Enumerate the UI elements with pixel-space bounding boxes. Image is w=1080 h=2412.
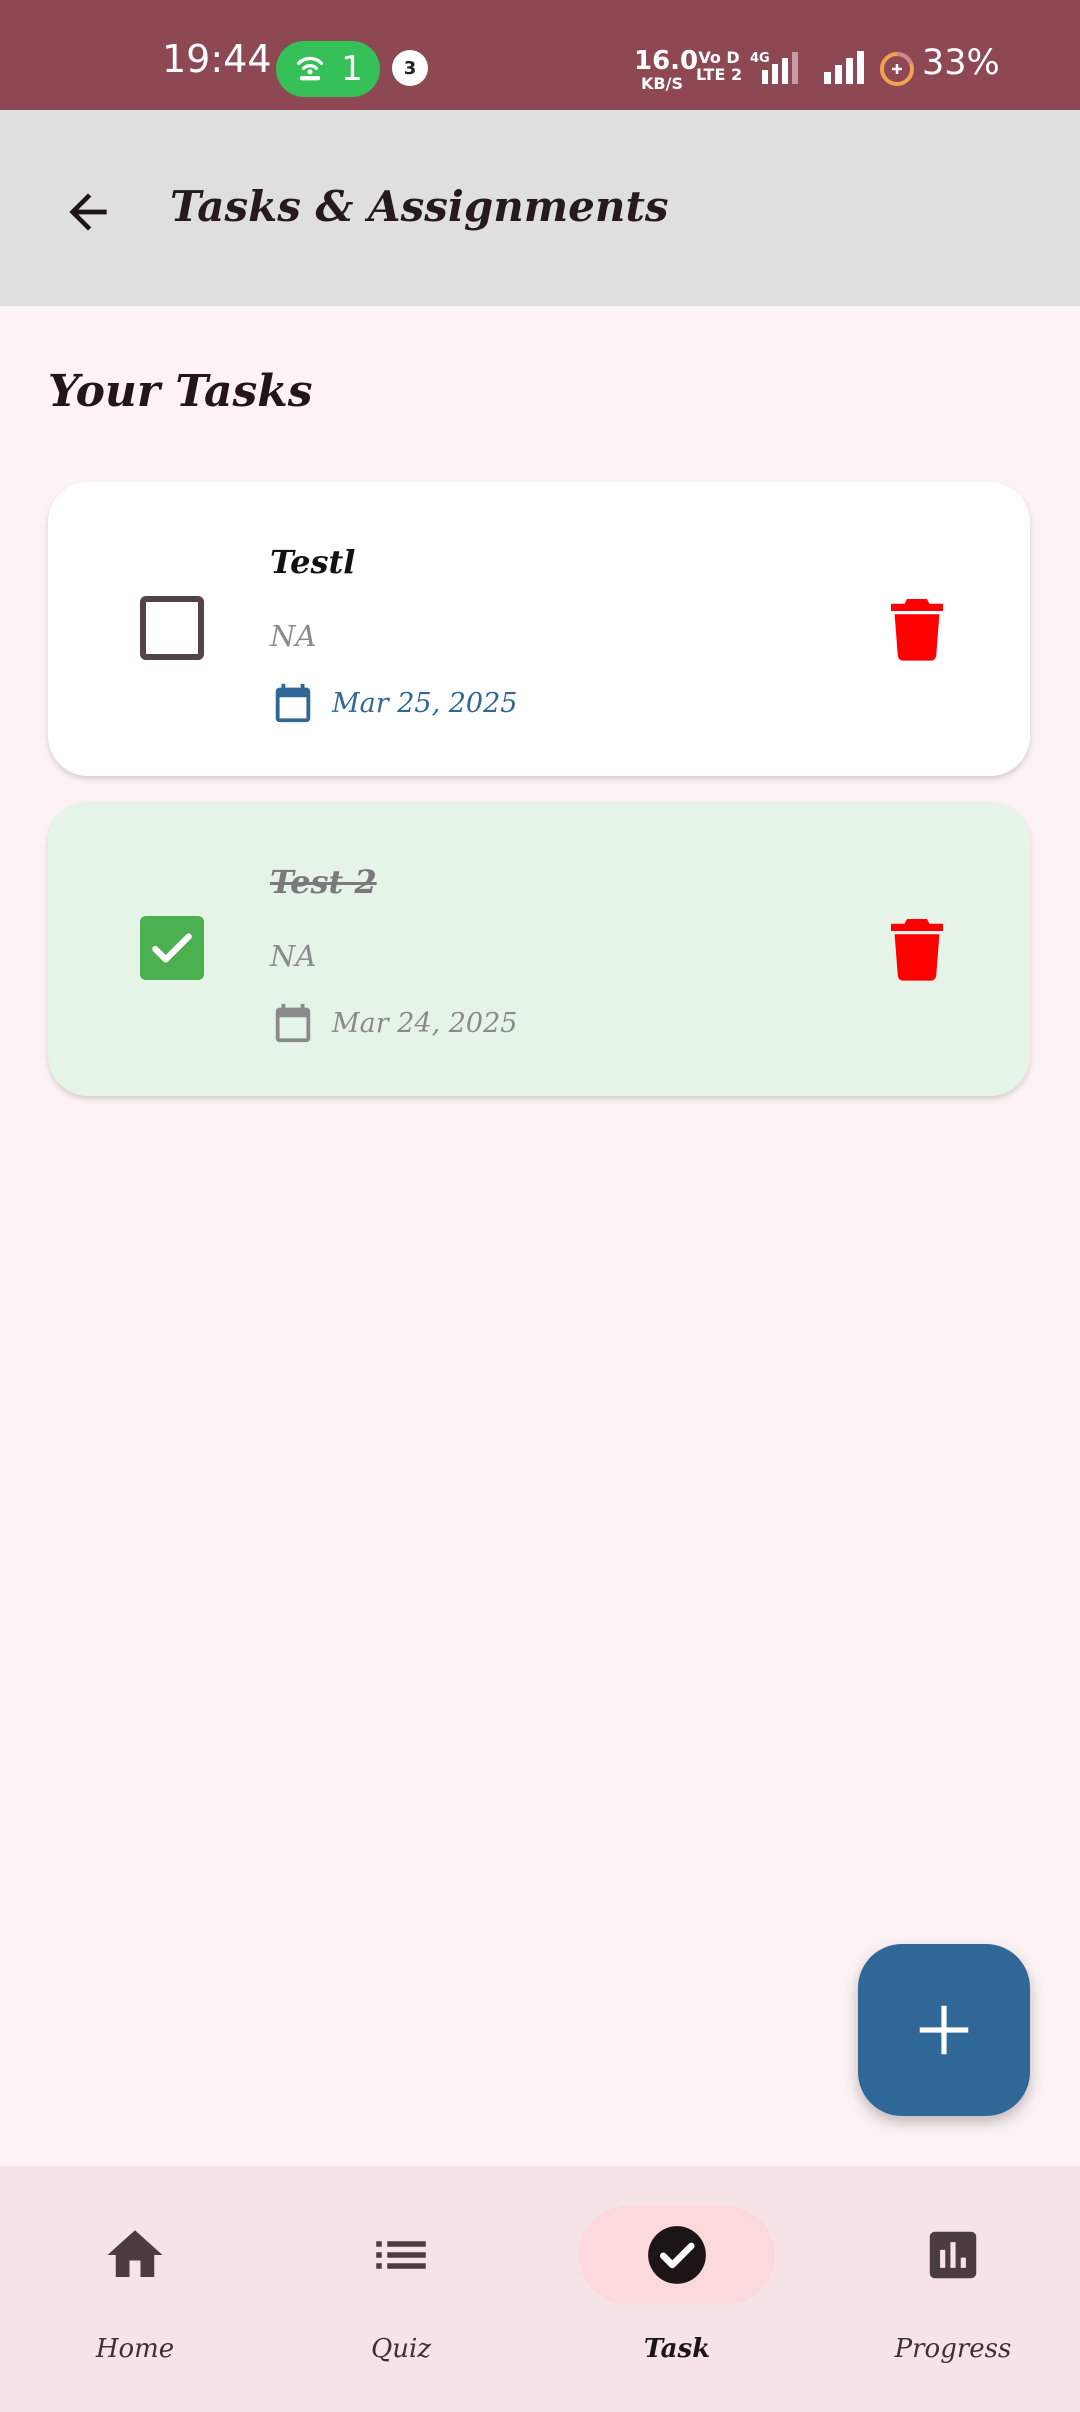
nav-icon-container-active bbox=[579, 2206, 775, 2304]
signal-icon bbox=[824, 51, 864, 84]
arrow-back-icon bbox=[69, 193, 107, 231]
net-speed-unit: KB/S bbox=[641, 74, 683, 93]
notification-badge: 3 bbox=[392, 50, 428, 86]
plus-icon bbox=[919, 2005, 969, 2055]
volte-bottom: LTE 2 bbox=[696, 64, 743, 84]
nav-label-quiz: Quiz bbox=[370, 2334, 432, 2364]
page-title: Tasks & Assignments bbox=[170, 182, 669, 231]
bottom-nav: Home Quiz Task Progress bbox=[0, 2166, 1080, 2412]
section-title: Your Tasks bbox=[48, 366, 313, 417]
nav-label-home: Home bbox=[95, 2334, 175, 2364]
back-button[interactable] bbox=[52, 176, 124, 248]
bar-chart-icon bbox=[929, 2231, 977, 2279]
task-due-date: Mar 25, 2025 bbox=[332, 687, 518, 719]
nav-icon-container bbox=[37, 2206, 233, 2304]
task-checkbox-checked[interactable] bbox=[140, 916, 204, 980]
nav-item-home[interactable]: Home bbox=[0, 2166, 270, 2412]
status-time: 19:44 bbox=[162, 37, 272, 81]
nav-icon-container bbox=[855, 2206, 1051, 2304]
hotspot-count: 1 bbox=[341, 49, 363, 89]
net-speed-value: 16.0 bbox=[634, 46, 699, 76]
trash-icon bbox=[891, 919, 943, 981]
nav-label-progress: Progress bbox=[894, 2334, 1012, 2364]
battery-percent: 33% bbox=[922, 43, 1000, 83]
status-bar: 19:44 1 3 16.0 KB/S Vo D LTE 2 4G 33% bbox=[0, 0, 1080, 110]
net-speed: 16.0 KB/S bbox=[634, 46, 699, 93]
nav-item-progress[interactable]: Progress bbox=[818, 2166, 1080, 2412]
home-icon bbox=[107, 2230, 163, 2277]
hotspot-indicator: 1 bbox=[276, 41, 380, 97]
battery-saver-icon bbox=[880, 52, 914, 86]
nav-label-task: Task bbox=[643, 2334, 711, 2364]
delete-task-button[interactable] bbox=[880, 912, 954, 986]
app-bar: Tasks & Assignments bbox=[0, 110, 1080, 306]
nav-item-quiz[interactable]: Quiz bbox=[266, 2166, 536, 2412]
trash-icon bbox=[891, 599, 943, 661]
task-card-completed[interactable]: Test 2 NA Mar 24, 2025 bbox=[48, 802, 1030, 1096]
task-card[interactable]: Testl NA Mar 25, 2025 bbox=[48, 482, 1030, 776]
signal-4g-icon: 4G bbox=[750, 51, 798, 84]
calendar-icon bbox=[275, 683, 311, 723]
svg-text:4G: 4G bbox=[750, 51, 770, 66]
delete-task-button[interactable] bbox=[880, 592, 954, 666]
volte-indicator: Vo D LTE 2 bbox=[696, 49, 743, 84]
check-icon bbox=[152, 933, 192, 963]
task-due-date: Mar 24, 2025 bbox=[332, 1007, 518, 1039]
task-name: Test 2 bbox=[270, 863, 377, 901]
task-description: NA bbox=[270, 619, 317, 653]
task-name: Testl bbox=[270, 543, 356, 581]
task-date-row: Mar 24, 2025 bbox=[270, 998, 517, 1048]
task-description: NA bbox=[270, 939, 317, 973]
calendar-icon bbox=[275, 1003, 311, 1043]
task-checkbox-unchecked[interactable] bbox=[140, 596, 204, 660]
nav-item-task[interactable]: Task bbox=[542, 2166, 812, 2412]
list-icon bbox=[376, 2241, 426, 2269]
check-circle-icon bbox=[648, 2226, 706, 2284]
hotspot-icon bbox=[297, 56, 324, 81]
add-task-button[interactable] bbox=[858, 1944, 1030, 2116]
nav-icon-container bbox=[303, 2206, 499, 2304]
task-date-row: Mar 25, 2025 bbox=[270, 678, 517, 728]
